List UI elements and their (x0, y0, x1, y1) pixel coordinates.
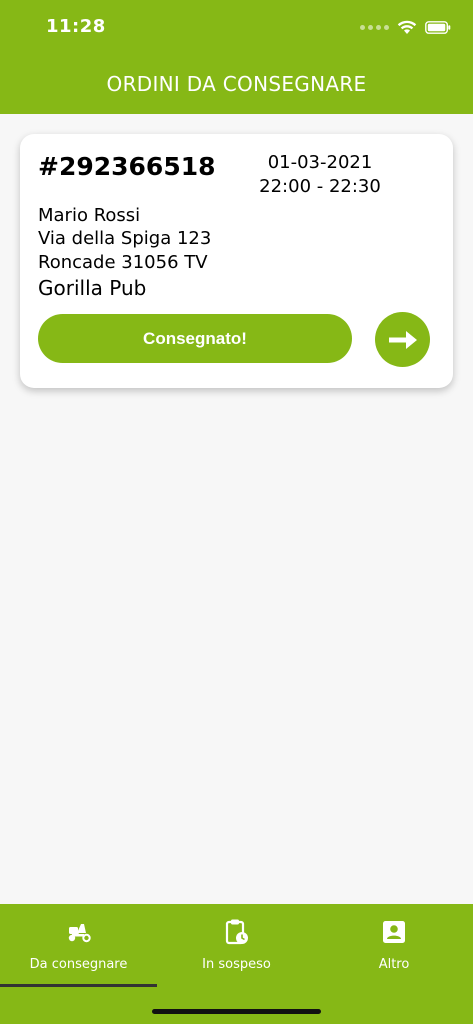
tab-in-sospeso[interactable]: In sospeso (158, 904, 315, 988)
app-header: 11:28 ORDINI DA CONSEGNARE (0, 0, 473, 114)
signal-icon (360, 24, 389, 30)
tab-label: In sospeso (202, 957, 271, 972)
status-bar: 11:28 (0, 0, 473, 50)
order-number: #292366518 (38, 152, 216, 181)
tab-altro[interactable]: Altro (315, 904, 473, 988)
status-icons (360, 18, 451, 36)
delivery-time-slot: 22:00 - 22:30 (259, 176, 381, 197)
home-indicator[interactable] (152, 1009, 321, 1014)
customer-name: Mario Rossi (38, 205, 141, 226)
customer-place: Gorilla Pub (38, 276, 147, 300)
page-title: ORDINI DA CONSEGNARE (106, 72, 367, 96)
customer-street: Via della Spiga 123 (38, 228, 212, 249)
tab-bar: Da consegnare In sospeso Altro (0, 904, 473, 1024)
customer-city: Roncade 31056 TV (38, 252, 208, 273)
open-order-button[interactable] (375, 312, 430, 367)
status-time: 11:28 (46, 16, 106, 37)
tab-label: Da consegnare (29, 957, 128, 972)
delivered-button[interactable]: Consegnato! (38, 314, 352, 363)
wifi-icon (397, 20, 417, 34)
active-tab-indicator (0, 984, 157, 987)
scooter-icon (65, 918, 93, 946)
clipboard-clock-icon (223, 918, 251, 946)
tab-label: Altro (378, 957, 410, 972)
order-card[interactable]: #292366518 01-03-2021 22:00 - 22:30 Mari… (20, 134, 453, 388)
tab-da-consegnare[interactable]: Da consegnare (0, 904, 157, 988)
contact-card-icon (380, 918, 408, 946)
arrow-right-icon (388, 330, 417, 349)
battery-icon (425, 20, 451, 34)
delivery-date: 01-03-2021 (267, 152, 373, 173)
